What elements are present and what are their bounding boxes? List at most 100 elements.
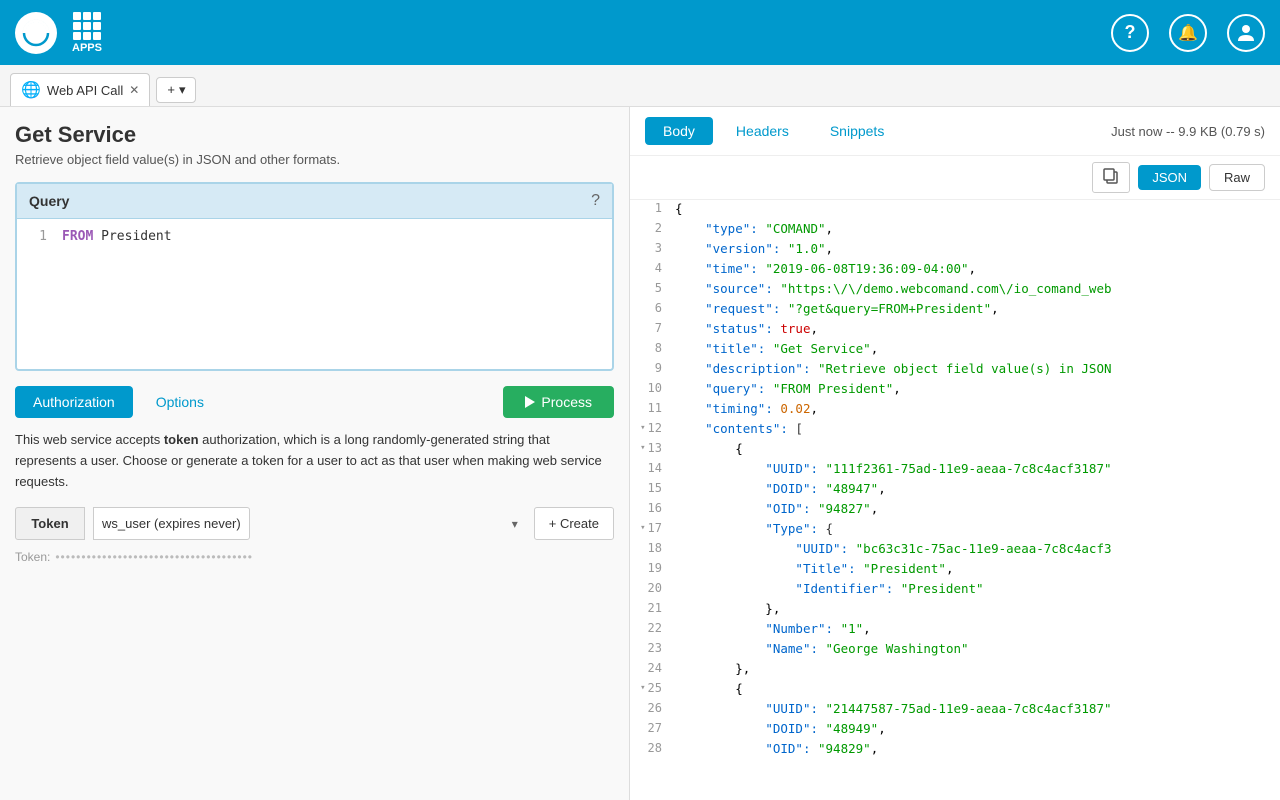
line-content: "Identifier": "President" [670,581,984,596]
line-content: "type": "COMAND", [670,221,833,236]
auth-description: This web service accepts token authoriza… [15,430,614,492]
json-value: "2019-06-08T19:36:09-04:00" [765,261,968,276]
auth-desc-pre: This web service accepts [15,432,164,447]
body-tab[interactable]: Body [645,117,713,145]
json-value: "President" [901,581,984,596]
process-button[interactable]: Process [503,386,614,418]
line-gutter: 19 [630,561,670,575]
line-number: 11 [648,401,662,415]
fold-arrow-icon[interactable]: ▾ [640,443,645,453]
new-tab-button[interactable]: + ▾ [156,77,196,103]
web-api-call-tab[interactable]: 🌐 Web API Call ✕ [10,73,150,106]
line-gutter: 24 [630,661,670,675]
top-navigation: APPS ? 🔔 [0,0,1280,65]
line-gutter: 28 [630,741,670,755]
json-value: "COMAND" [765,221,825,236]
line-number: 5 [655,281,662,295]
json-key: "contents": [705,421,795,436]
json-key: "request": [705,301,788,316]
snippets-tab[interactable]: Snippets [812,117,902,145]
apps-grid-icon [73,12,101,40]
line-gutter: 16 [630,501,670,515]
json-key: "time": [705,261,765,276]
json-key: "description": [705,361,818,376]
fold-arrow-icon[interactable]: ▾ [640,423,645,433]
raw-format-button[interactable]: Raw [1209,164,1265,191]
token-select[interactable]: ws_user (expires never) [93,507,250,540]
line-gutter: ▾25 [630,681,670,695]
json-line: 22 "Number": "1", [630,620,1280,640]
line-gutter: 5 [630,281,670,295]
json-key: "OID": [765,741,818,756]
auth-desc-bold: token [164,432,199,447]
line-number: 7 [655,321,662,335]
line-number: 16 [648,501,662,515]
create-token-button[interactable]: + Create [534,507,614,540]
line-number: 21 [648,601,662,615]
tab-close-button[interactable]: ✕ [129,83,139,97]
line-content: "status": true, [670,321,818,336]
notifications-button[interactable]: 🔔 [1169,14,1207,52]
json-line: 7 "status": true, [630,320,1280,340]
right-panel: Body Headers Snippets Just now -- 9.9 KB… [630,107,1280,800]
tab-icon: 🌐 [21,80,41,100]
query-value: President [93,229,171,244]
json-format-button[interactable]: JSON [1138,165,1201,190]
json-key: "source": [705,281,780,296]
json-value: "bc63c31c-75ac-11e9-aeaa-7c8c4acf3 [856,541,1112,556]
json-value: "48947" [826,481,879,496]
copy-button[interactable] [1092,162,1130,193]
query-help-icon[interactable]: ? [591,192,600,210]
line-content: "request": "?get&query=FROM+President", [670,301,999,316]
json-line: 4 "time": "2019-06-08T19:36:09-04:00", [630,260,1280,280]
json-line: 8 "title": "Get Service", [630,340,1280,360]
json-value: "94829" [818,741,871,756]
line-number: 22 [648,621,662,635]
line-content: "Title": "President", [670,561,953,576]
query-editor[interactable]: 1 FROM President [17,219,612,369]
logo[interactable] [15,12,57,54]
options-tab[interactable]: Options [138,386,222,418]
token-display-value: •••••••••••••••••••••••••••••••••••••• [55,550,253,564]
json-value: "94827" [818,501,871,516]
json-value: { [826,521,834,536]
json-value: [ [795,421,803,436]
left-panel: Get Service Retrieve object field value(… [0,107,630,800]
token-label: Token [15,507,85,540]
json-line: 16 "OID": "94827", [630,500,1280,520]
fold-arrow-icon[interactable]: ▾ [640,683,645,693]
line-content: "Name": "George Washington" [670,641,969,656]
json-line: ▾25 { [630,680,1280,700]
json-line: 27 "DOID": "48949", [630,720,1280,740]
json-viewer[interactable]: 1{2 "type": "COMAND",3 "version": "1.0",… [630,200,1280,800]
headers-tab[interactable]: Headers [718,117,807,145]
response-toolbar: JSON Raw [630,156,1280,200]
json-line: 18 "UUID": "bc63c31c-75ac-11e9-aeaa-7c8c… [630,540,1280,560]
from-keyword: FROM [62,229,93,244]
json-value: "FROM President" [773,381,893,396]
line-content: "time": "2019-06-08T19:36:09-04:00", [670,261,976,276]
line-number: 26 [648,701,662,715]
line-content: }, [670,601,780,616]
json-value: "President" [863,561,946,576]
line-content: "UUID": "111f2361-75ad-11e9-aeaa-7c8c4ac… [670,461,1112,476]
page-subtitle: Retrieve object field value(s) in JSON a… [15,152,614,167]
line-content: "OID": "94829", [670,741,878,756]
token-row: Token ws_user (expires never) ▾ + Create [15,507,614,540]
user-avatar[interactable] [1227,14,1265,52]
json-key: "title": [705,341,773,356]
line-number-1: 1 [27,229,47,244]
apps-button[interactable]: APPS [72,12,102,54]
authorization-tab[interactable]: Authorization [15,386,133,418]
auth-tabs-row: Authorization Options Process [15,386,614,418]
line-gutter: 21 [630,601,670,615]
line-content: { [670,201,683,216]
fold-arrow-icon[interactable]: ▾ [640,523,645,533]
line-gutter: 15 [630,481,670,495]
json-line: 9 "description": "Retrieve object field … [630,360,1280,380]
help-button[interactable]: ? [1111,14,1149,52]
json-line: 28 "OID": "94829", [630,740,1280,760]
line-content: "title": "Get Service", [670,341,878,356]
new-tab-icon: + [167,82,175,97]
process-icon [525,396,535,408]
